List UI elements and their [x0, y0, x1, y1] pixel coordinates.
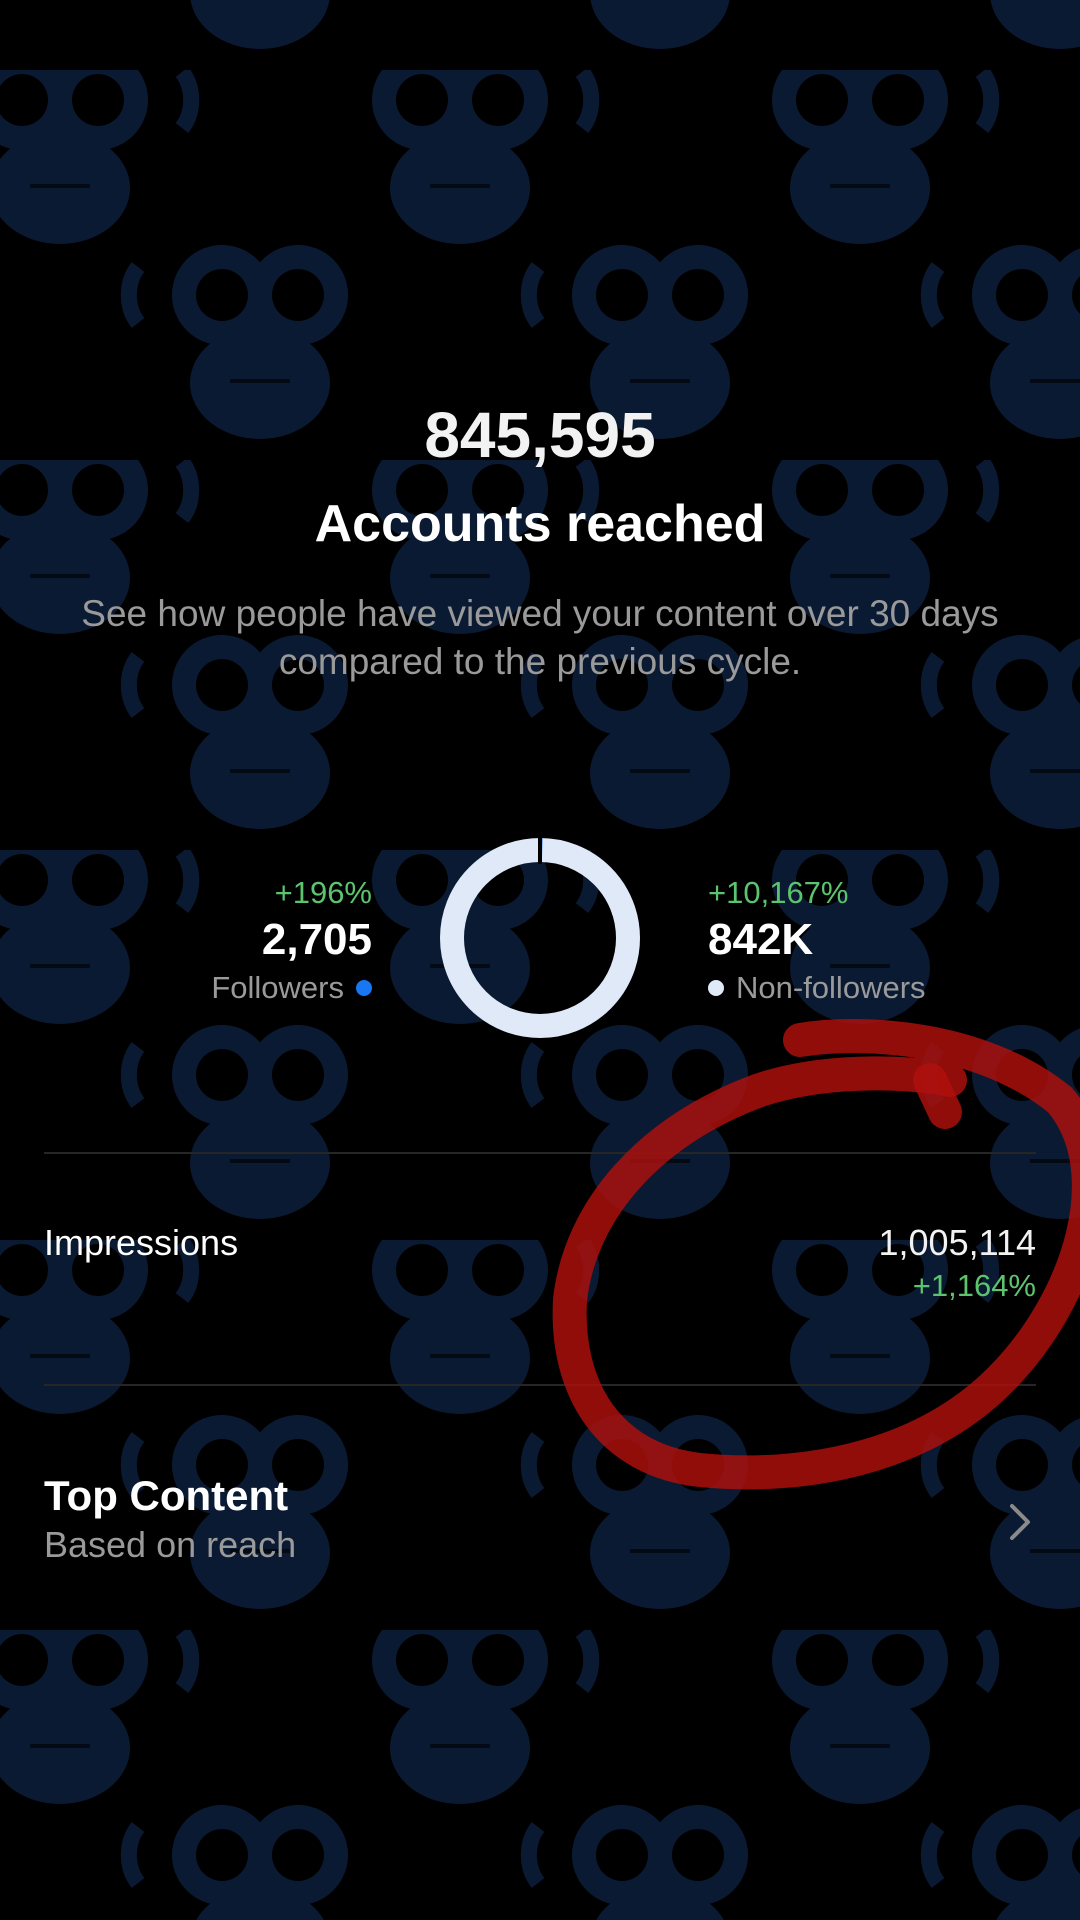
- non-followers-legend-dot: [708, 980, 724, 996]
- divider: [44, 1152, 1036, 1154]
- followers-legend: Followers: [140, 967, 372, 1009]
- top-content-title: Top Content: [44, 1472, 289, 1519]
- top-content-row[interactable]: Top Content Based on reach: [0, 1462, 1080, 1582]
- non-followers-change: +10,167%: [708, 875, 849, 910]
- accounts-reached-value: 845,595: [424, 399, 656, 471]
- non-followers-stat: +10,167% 842K Non-followers: [708, 873, 1008, 1009]
- divider: [44, 1384, 1036, 1386]
- followers-label: Followers: [211, 970, 344, 1005]
- top-content-subtitle: Based on reach: [44, 1524, 297, 1565]
- followers-stat: +196% 2,705 Followers: [140, 873, 372, 1009]
- impressions-value: 1,005,114: [878, 1222, 1036, 1263]
- chevron-right-icon[interactable]: [1004, 1502, 1036, 1542]
- reach-donut-chart: [440, 838, 640, 1038]
- non-followers-label: Non-followers: [736, 970, 926, 1005]
- followers-legend-dot: [356, 980, 372, 996]
- impressions-change: +1,164%: [912, 1268, 1036, 1303]
- non-followers-legend: Non-followers: [708, 967, 1008, 1009]
- reach-description: See how people have viewed your content …: [81, 593, 999, 682]
- non-followers-value: 842K: [708, 915, 814, 964]
- account-insights-screen: 845,595 Accounts reached See how people …: [0, 0, 1080, 1920]
- followers-value: 2,705: [261, 915, 372, 964]
- non-followers-ring: [440, 838, 640, 1038]
- followers-change: +196%: [274, 875, 372, 910]
- accounts-reached-label: Accounts reached: [314, 495, 766, 553]
- impressions-label: Impressions: [44, 1222, 239, 1263]
